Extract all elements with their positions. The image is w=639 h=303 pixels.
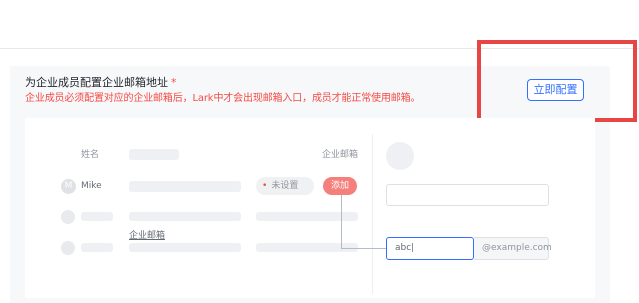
status-badge: • 未设置	[256, 177, 314, 195]
column-email-label: 企业邮箱	[322, 150, 359, 160]
required-mark: *	[171, 76, 177, 89]
warning-text: 企业成员必须配置对应的企业邮箱后，Lark中才会出现邮箱入口，成员才能正常使用邮…	[25, 93, 421, 104]
illustration-divider	[372, 134, 373, 294]
column-name-label: 姓名	[81, 150, 100, 160]
placeholder-bar	[129, 212, 241, 221]
placeholder-bar	[129, 243, 241, 252]
section-title: 为企业成员配置企业邮箱地址 *	[25, 76, 177, 89]
email-domain-suffix: @example.com	[474, 237, 552, 260]
highlight-box	[477, 40, 637, 122]
placeholder-bar	[81, 212, 113, 221]
email-column-link: 企业邮箱	[129, 231, 166, 241]
placeholder-bar	[129, 181, 241, 192]
avatar: M	[61, 179, 76, 194]
connector-line	[341, 195, 342, 248]
avatar-placeholder	[386, 142, 414, 170]
email-prefix-input[interactable]: abc|	[386, 237, 474, 260]
placeholder-bar	[81, 243, 113, 252]
placeholder-bar	[129, 149, 179, 160]
member-name: Mike	[81, 181, 102, 191]
add-email-button[interactable]: 添加	[323, 177, 357, 195]
placeholder-bar	[256, 212, 358, 221]
status-dot: •	[262, 181, 268, 191]
avatar-placeholder	[61, 210, 75, 224]
avatar-placeholder	[61, 241, 75, 255]
status-text: 未设置	[271, 181, 299, 191]
illustration-panel	[25, 118, 595, 298]
connector-line	[341, 248, 387, 249]
email-field[interactable]	[386, 184, 549, 206]
